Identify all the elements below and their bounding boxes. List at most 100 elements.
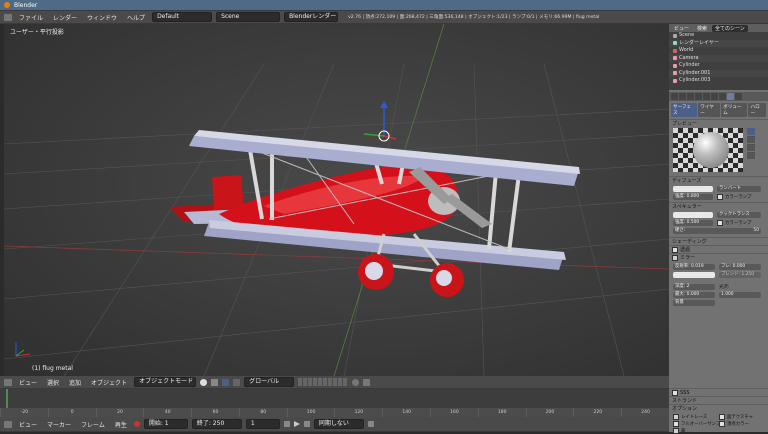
specular-shader-select[interactable]: クックトランス <box>717 212 761 218</box>
play-icon[interactable] <box>293 421 300 427</box>
proportional-edit-icon[interactable] <box>352 378 360 386</box>
outliner-row-cylinder[interactable]: Cylinder <box>669 62 768 70</box>
mirror-panel-header[interactable]: ミラー <box>669 253 768 262</box>
end-frame-field[interactable]: 終了: 250 <box>191 419 242 429</box>
start-frame-field[interactable]: 開始: 1 <box>143 419 188 429</box>
outliner-search-menu[interactable]: 検索 <box>694 25 710 32</box>
jump-start-icon[interactable] <box>283 421 290 427</box>
diffuse-intensity-field[interactable]: 強度: 0.800 <box>673 194 713 200</box>
layer-buttons[interactable] <box>298 378 349 386</box>
editor-type-icon[interactable] <box>4 420 12 428</box>
menu-timeline-view[interactable]: ビュー <box>16 420 40 429</box>
texture-tab-icon[interactable] <box>735 93 742 100</box>
manipulator-rotate-icon[interactable] <box>233 378 241 386</box>
outliner-row-render-layer[interactable]: レンダーレイヤー <box>669 39 768 47</box>
mesh-icon <box>673 78 677 83</box>
specular-ramp-toggle[interactable]: カラーランプ <box>717 220 751 226</box>
menu-marker[interactable]: マーカー <box>44 420 74 429</box>
constraints-tab-icon[interactable] <box>703 93 710 100</box>
fade-to-select[interactable]: 背景 <box>673 300 715 306</box>
preview-cube-button[interactable] <box>747 136 755 143</box>
max-distance-field[interactable]: 最大: 0.000 <box>673 292 715 298</box>
preview-monkey-button[interactable] <box>747 144 755 151</box>
mirror-color-swatch[interactable] <box>673 272 715 278</box>
transform-orientation-select[interactable]: グローバル <box>244 377 295 387</box>
scene-selector[interactable]: Scene <box>216 12 281 22</box>
scene-tab-icon[interactable] <box>679 93 686 100</box>
timeline-ruler[interactable]: -20 0 20 40 60 80 100 120 140 160 180 20… <box>0 408 669 417</box>
tab-wire[interactable]: ワイヤー <box>698 103 721 117</box>
editor-type-icon[interactable] <box>4 13 12 21</box>
menu-help[interactable]: ヘルプ <box>124 13 148 22</box>
tail-fin <box>212 175 244 210</box>
hardness-field[interactable]: 硬さ: 50 <box>673 228 761 234</box>
outliner-row-scene[interactable]: Scene <box>669 32 768 40</box>
face-texture-toggle[interactable]: 面テクスチャ <box>719 414 753 420</box>
object-tab-icon[interactable] <box>695 93 702 100</box>
gloss-amount-field[interactable]: 1.000 <box>719 292 761 298</box>
raytrace-toggle[interactable]: レイトレース <box>673 414 707 420</box>
menu-render[interactable]: レンダー <box>50 13 80 22</box>
menu-select[interactable]: 選択 <box>44 378 62 387</box>
diffuse-panel-header[interactable]: ディフューズ <box>669 176 768 185</box>
outliner-row-cylinder-003[interactable]: Cylinder.003 <box>669 77 768 85</box>
render-tab-icon[interactable] <box>671 93 678 100</box>
keying-set-icon[interactable] <box>367 421 374 427</box>
editor-type-icon[interactable] <box>4 378 12 386</box>
viewport-scene[interactable] <box>4 24 669 376</box>
checkbox-icon <box>719 414 725 420</box>
vertex-color-toggle[interactable]: 頂点カラー <box>719 421 749 427</box>
manipulator-translate-icon[interactable] <box>222 378 230 386</box>
outliner[interactable]: ビュー 検索 全てのシーン Scene レンダーレイヤー World Camer… <box>669 24 768 90</box>
specular-intensity-field[interactable]: 強度: 0.500 <box>673 220 713 226</box>
diffuse-shader-select[interactable]: ランバート <box>717 186 761 192</box>
viewport-shading-icon[interactable] <box>200 378 208 386</box>
outliner-row-camera[interactable]: Camera <box>669 54 768 62</box>
outliner-row-cylinder-001[interactable]: Cylinder.001 <box>669 69 768 77</box>
jump-end-icon[interactable] <box>303 421 310 427</box>
record-icon[interactable] <box>133 421 140 427</box>
outliner-display-mode[interactable]: 全てのシーン <box>712 24 748 32</box>
interaction-mode-select[interactable]: オブジェクトモード <box>134 377 197 387</box>
material-tab-icon[interactable] <box>727 93 734 100</box>
specular-panel-header[interactable]: スペキュラー <box>669 202 768 211</box>
menu-add[interactable]: 追加 <box>66 378 84 387</box>
tab-surface[interactable]: サーフェス <box>671 103 698 117</box>
properties-editor[interactable]: サーフェス ワイヤー ボリューム ハロー プレビュー ディフューズ ランバート … <box>669 92 768 434</box>
blend-field[interactable]: ブレンド: 1.250 <box>719 272 761 278</box>
diffuse-color-swatch[interactable] <box>673 186 713 192</box>
tab-halo[interactable]: ハロー <box>748 103 766 117</box>
preview-panel-header[interactable]: プレビュー <box>669 119 768 128</box>
data-tab-icon[interactable] <box>719 93 726 100</box>
depth-field[interactable]: 深度: 2 <box>673 284 715 290</box>
menu-file[interactable]: ファイル <box>16 13 46 22</box>
diffuse-ramp-toggle[interactable]: カラーランプ <box>717 194 751 200</box>
3d-viewport[interactable]: ユーザー・平行投影 (1) flug metal <box>4 24 669 376</box>
snap-magnet-icon[interactable] <box>363 378 371 386</box>
options-panel-header[interactable]: オプション <box>669 404 768 413</box>
menu-frame[interactable]: フレーム <box>78 420 108 429</box>
preview-sphere-button[interactable] <box>747 128 755 135</box>
menu-playback[interactable]: 再生 <box>112 420 130 429</box>
menu-window[interactable]: ウィンドウ <box>84 13 120 22</box>
tab-volume[interactable]: ボリューム <box>721 103 748 117</box>
fog-toggle[interactable]: 霧 <box>673 428 685 434</box>
render-engine-selector[interactable]: Blenderレンダー <box>284 12 339 22</box>
preview-hair-button[interactable] <box>747 152 755 159</box>
sync-mode-select[interactable]: 同期しない <box>313 419 364 429</box>
menu-view[interactable]: ビュー <box>16 378 40 387</box>
layout-selector[interactable]: Default <box>152 12 213 22</box>
outliner-row-world[interactable]: World <box>669 47 768 55</box>
info-header: ファイル レンダー ウィンドウ ヘルプ Default Scene Blende… <box>0 11 768 24</box>
pivot-point-icon[interactable] <box>211 378 219 386</box>
menu-object[interactable]: オブジェクト <box>88 378 130 387</box>
world-tab-icon[interactable] <box>687 93 694 100</box>
full-oversampling-toggle[interactable]: フルオーバーサンプル <box>673 421 725 427</box>
specular-color-swatch[interactable] <box>673 212 713 218</box>
timeline-editor[interactable]: -20 0 20 40 60 80 100 120 140 160 180 20… <box>0 389 669 417</box>
current-frame-field[interactable]: 1 <box>245 419 280 429</box>
modifiers-tab-icon[interactable] <box>711 93 718 100</box>
reflectivity-field[interactable]: 反射率: 0.019 <box>673 264 715 270</box>
fresnel-field[interactable]: フレ: 0.000 <box>719 264 761 270</box>
outliner-view-menu[interactable]: ビュー <box>671 25 692 32</box>
